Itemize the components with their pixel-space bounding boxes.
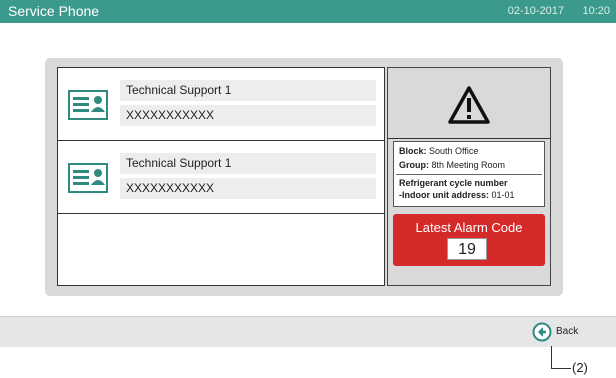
- indoor-label: -Indoor unit address:: [399, 190, 489, 200]
- panel-divider: [388, 138, 550, 139]
- alarm-panel: Block: South Office Group: 8th Meeting R…: [387, 67, 551, 286]
- contact-row-empty[interactable]: [58, 214, 384, 285]
- group-label: Group:: [399, 160, 429, 170]
- block-value: South Office: [429, 146, 479, 156]
- contact-card-icon: [68, 90, 108, 120]
- callout-line-vertical: [551, 346, 552, 369]
- contact-list: Technical Support 1 XXXXXXXXXXX Technica…: [57, 67, 385, 286]
- contact-card-icon: [68, 163, 108, 193]
- group-line: Group: 8th Meeting Room: [399, 160, 505, 170]
- contact-row-2[interactable]: Technical Support 1 XXXXXXXXXXX: [58, 141, 384, 214]
- contact-name: Technical Support 1: [120, 80, 376, 101]
- latest-alarm-label: Latest Alarm Code: [415, 220, 523, 235]
- group-value: 8th Meeting Room: [431, 160, 506, 170]
- refrigerant-label: Refrigerant cycle number: [399, 178, 508, 188]
- time-display: 10:20: [582, 5, 610, 17]
- contact-phone: XXXXXXXXXXX: [120, 178, 376, 199]
- latest-alarm-code: 19: [447, 238, 487, 260]
- title-bar: Service Phone 02-10-2017 10:20: [0, 0, 616, 23]
- block-line: Block: South Office: [399, 146, 478, 156]
- footer-bar: [0, 316, 616, 347]
- contact-phone: XXXXXXXXXXX: [120, 105, 376, 126]
- back-arrow-icon: [532, 322, 552, 342]
- back-label: Back: [556, 326, 579, 337]
- info-separator: [396, 174, 542, 175]
- indoor-value: 01-01: [491, 190, 515, 200]
- callout-label: (2): [572, 360, 588, 375]
- warning-icon: [448, 86, 490, 124]
- latest-alarm-button[interactable]: Latest Alarm Code 19: [393, 214, 545, 266]
- contact-name: Technical Support 1: [120, 153, 376, 174]
- block-label: Block:: [399, 146, 427, 156]
- indoor-line: -Indoor unit address: 01-01: [399, 190, 515, 200]
- contact-row-1[interactable]: Technical Support 1 XXXXXXXXXXX: [58, 68, 384, 141]
- alarm-info-box: Block: South Office Group: 8th Meeting R…: [393, 141, 545, 207]
- date-display: 02-10-2017: [507, 5, 564, 17]
- screen-title: Service Phone: [8, 3, 100, 19]
- callout-line-horizontal: [551, 368, 571, 369]
